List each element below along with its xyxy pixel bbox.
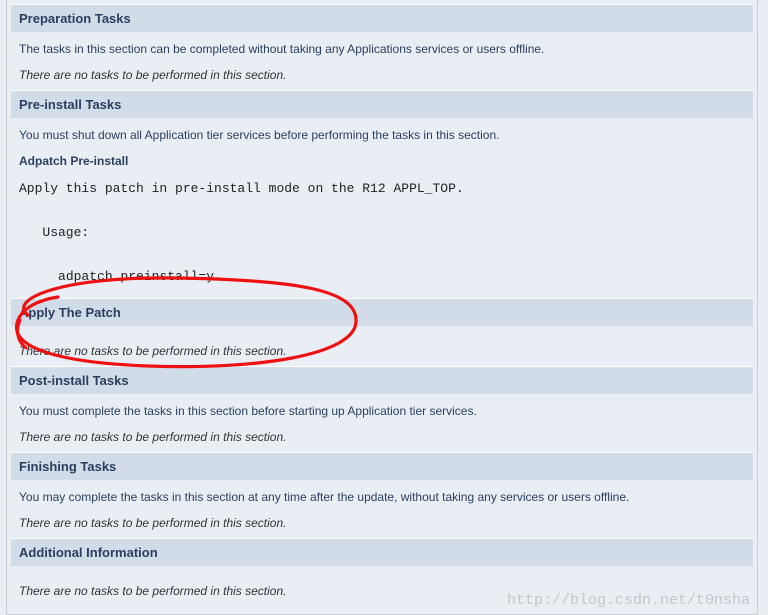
no-tasks-finishing: There are no tasks to be performed in th… (11, 512, 753, 538)
section-header-preparation: Preparation Tasks (11, 4, 753, 32)
section-header-postinstall: Post-install Tasks (11, 366, 753, 394)
section-header-preinstall: Pre-install Tasks (11, 90, 753, 118)
section-desc-postinstall: You must complete the tasks in this sect… (11, 394, 753, 426)
section-header-finishing: Finishing Tasks (11, 452, 753, 480)
no-tasks-apply: There are no tasks to be performed in th… (11, 340, 753, 366)
spacer (11, 566, 753, 580)
no-tasks-postinstall: There are no tasks to be performed in th… (11, 426, 753, 452)
section-header-additional: Additional Information (11, 538, 753, 566)
spacer (11, 326, 753, 340)
sub-header-adpatch: Adpatch Pre-install (11, 150, 753, 174)
section-header-apply: Apply The Patch (11, 298, 753, 326)
document-container: Preparation Tasks The tasks in this sect… (6, 0, 758, 615)
section-desc-preparation: The tasks in this section can be complet… (11, 32, 753, 64)
no-tasks-preparation: There are no tasks to be performed in th… (11, 64, 753, 90)
code-block-adpatch: Apply this patch in pre-install mode on … (11, 174, 753, 298)
no-tasks-additional: There are no tasks to be performed in th… (11, 580, 753, 606)
section-desc-finishing: You may complete the tasks in this secti… (11, 480, 753, 512)
section-desc-preinstall: You must shut down all Application tier … (11, 118, 753, 150)
